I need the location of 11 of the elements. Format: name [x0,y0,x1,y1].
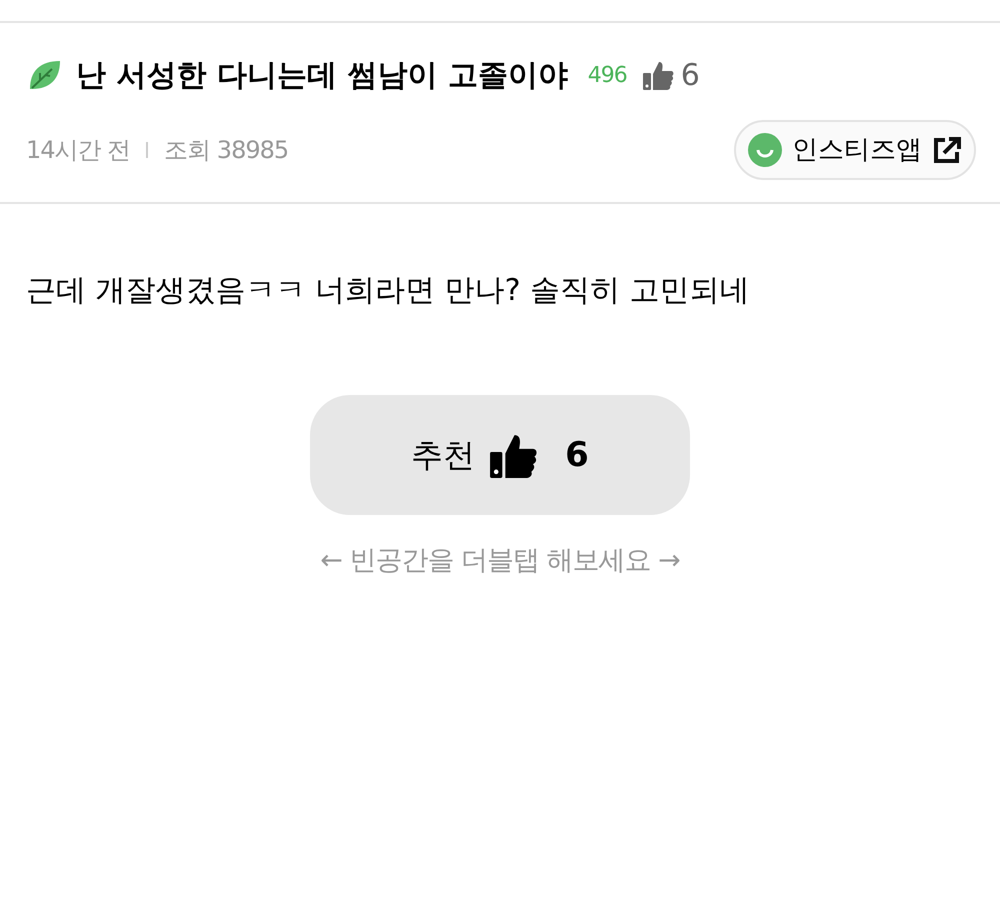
post-title: 난 서성한 다니는데 썸남이 고졸이야 [76,56,568,94]
post-time: 14시간 전 [26,135,130,166]
view-count: 조회 38985 [164,135,288,166]
double-tap-hint: ← 빈공간을 더블탭 해보세요 → [320,544,680,578]
smiley-icon [748,133,782,167]
external-link-icon [932,135,962,165]
post-body: 근데 개잘생겼음ㅋㅋ 너희라면 만나? 솔직히 고민되네 [25,272,751,310]
app-link-button[interactable]: 인스티즈앱 [734,120,976,180]
like-count: 6 [680,56,700,94]
recommend-button[interactable]: 추천 6 [310,395,690,515]
comment-count: 496 [588,62,627,90]
